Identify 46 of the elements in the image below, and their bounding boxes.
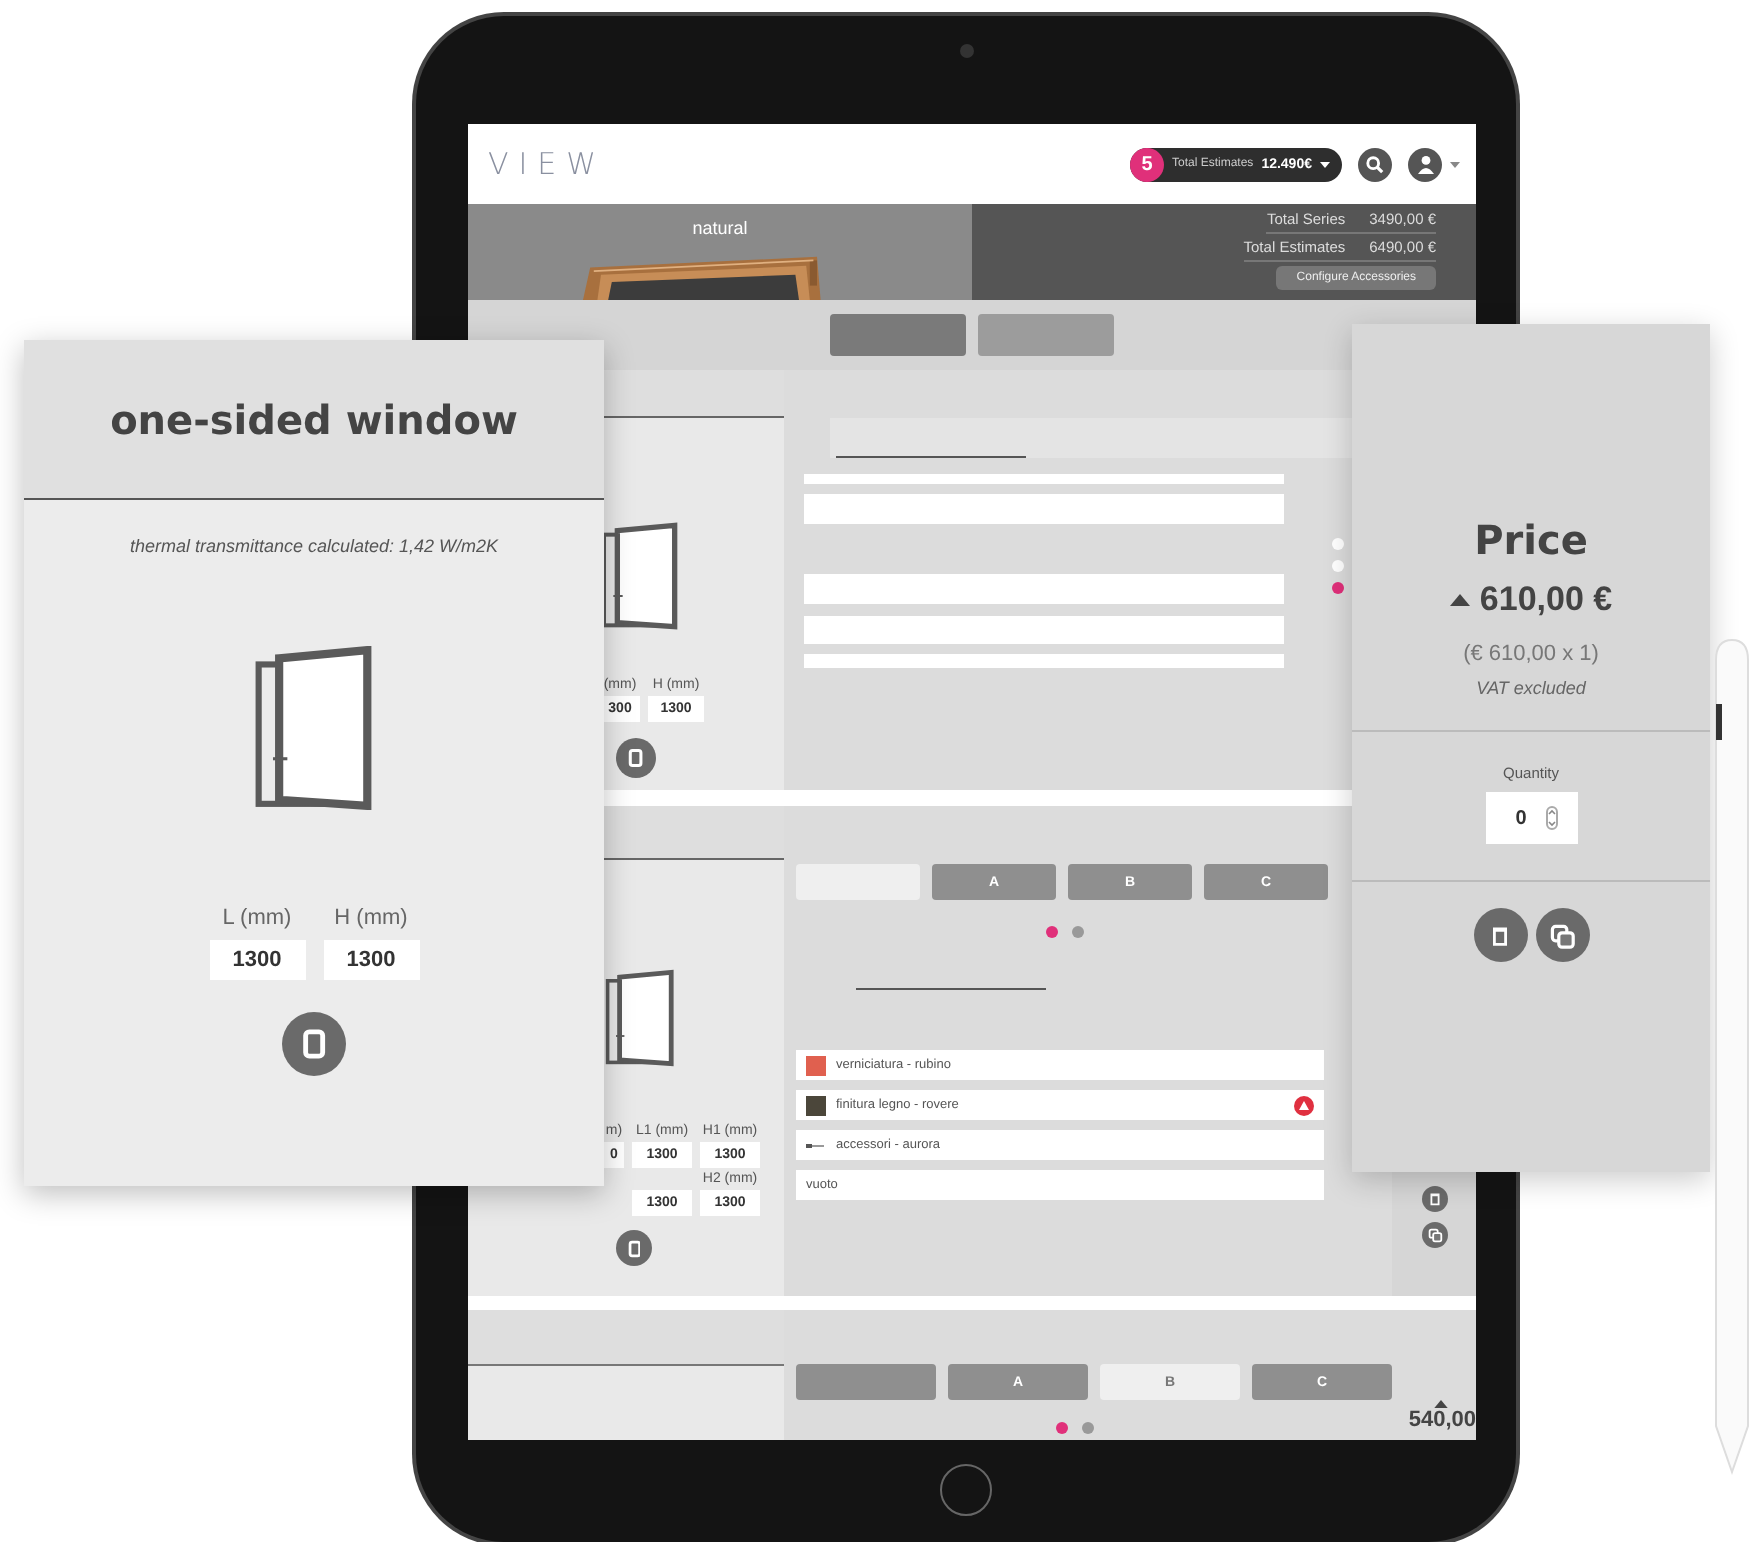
price-amount: 610,00 € [1479, 580, 1613, 620]
dimension-label: H (mm) [332, 906, 410, 930]
frame-icon [301, 1028, 327, 1060]
price-up-icon [1449, 594, 1470, 606]
pager-dot[interactable] [1071, 926, 1083, 938]
price-up-icon [1434, 1400, 1448, 1408]
dimension-label: L (mm) [220, 906, 294, 930]
pager-dot[interactable] [1045, 926, 1057, 938]
copy-icon [1425, 1226, 1443, 1244]
handle-icon [806, 1139, 826, 1151]
frame-button[interactable] [282, 1012, 346, 1076]
home-button[interactable] [940, 1464, 992, 1516]
caret-icon [1450, 161, 1460, 167]
frame-icon [627, 1239, 641, 1257]
quantity-field[interactable]: 0 [1485, 792, 1577, 844]
frame-icon [628, 748, 644, 768]
pager-dot[interactable] [1081, 1422, 1093, 1434]
delete-button[interactable] [1473, 908, 1527, 962]
finish-label: natural [692, 218, 748, 238]
copy-icon [1546, 919, 1578, 951]
price-breakdown: (€ 610,00 x 1) [1463, 642, 1599, 666]
caret-icon [1320, 161, 1330, 167]
spinner-icon[interactable] [1546, 806, 1559, 830]
frame-button[interactable] [616, 1230, 652, 1266]
pager-dot[interactable] [1332, 560, 1344, 572]
card-title: one-sided window [110, 395, 518, 443]
search-button[interactable] [1358, 147, 1392, 181]
dimension-field[interactable]: 1300 [323, 940, 419, 980]
pager-dot[interactable] [1332, 582, 1344, 594]
user-button[interactable] [1408, 147, 1442, 181]
search-icon [1366, 155, 1384, 173]
camera-icon [959, 43, 973, 57]
user-icon [1415, 154, 1435, 174]
row-price: 540,00 [1408, 1408, 1476, 1432]
price-title: Price [1474, 516, 1588, 564]
trash-icon [1425, 1190, 1443, 1208]
duplicate-button[interactable] [1421, 1222, 1447, 1248]
count-badge: 5 [1130, 147, 1164, 181]
vat-note: VAT excluded [1476, 678, 1586, 698]
dimension-field[interactable]: 1300 [209, 940, 305, 980]
pager-dot[interactable] [1332, 538, 1344, 550]
frame-button[interactable] [616, 738, 656, 778]
delete-button[interactable] [1421, 1186, 1447, 1212]
pager-dot[interactable] [1055, 1422, 1067, 1434]
duplicate-button[interactable] [1535, 908, 1589, 962]
transmittance-text: thermal transmittance calculated: 1,42 W/m2K [129, 536, 499, 556]
